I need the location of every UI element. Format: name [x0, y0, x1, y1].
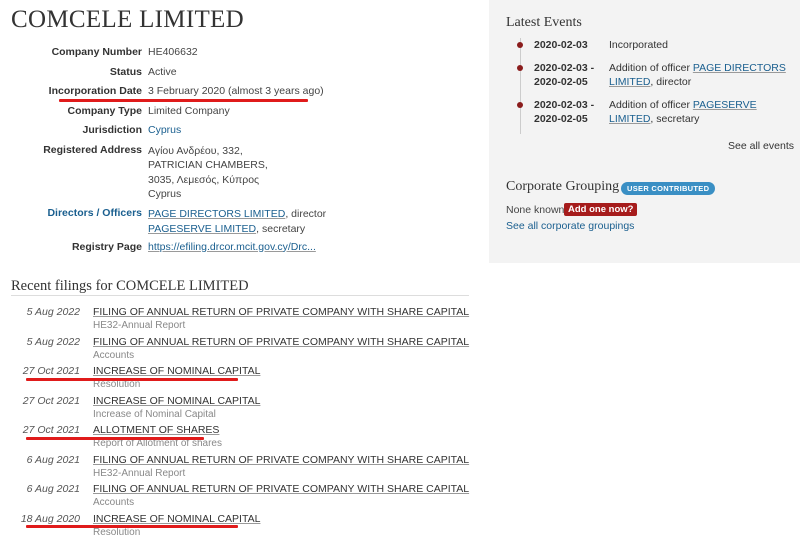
- filing-description: HE32-Annual Report: [93, 467, 186, 479]
- filing-description: Increase of Nominal Capital: [93, 408, 216, 420]
- detail-label: Company Number: [51, 46, 142, 58]
- filing-item: 27 Oct 2021 INCREASE OF NOMINAL CAPITAL …: [0, 394, 480, 424]
- annotation-underline: [26, 437, 204, 440]
- company-title: COMCELE LIMITED: [11, 6, 244, 33]
- filing-item: 5 Aug 2022 FILING OF ANNUAL RETURN OF PR…: [0, 335, 480, 365]
- see-all-events-link[interactable]: See all events: [728, 140, 794, 152]
- event-text: Addition of officer PAGESERVE LIMITED, s…: [609, 99, 757, 125]
- detail-label: Status: [109, 65, 142, 78]
- corporate-grouping-heading: Corporate Grouping: [506, 179, 620, 194]
- event-date: 2020-02-03: [534, 39, 588, 51]
- filing-title-link[interactable]: ALLOTMENT OF SHARES: [93, 424, 219, 436]
- filing-date: 27 Oct 2021: [22, 424, 80, 436]
- address-line: Αγίου Ανδρέου, 332,: [148, 144, 243, 157]
- detail-jurisdiction: Jurisdiction Cyprus: [0, 124, 480, 144]
- divider: [11, 295, 469, 296]
- event-text: Addition of officer PAGE DIRECTORS LIMIT…: [609, 62, 786, 88]
- filing-title-link[interactable]: INCREASE OF NOMINAL CAPITAL: [93, 395, 260, 407]
- filing-description: Accounts: [93, 349, 135, 361]
- filing-item: 6 Aug 2021 FILING OF ANNUAL RETURN OF PR…: [0, 482, 480, 512]
- event-date: 2020-02-03 -2020-02-05: [534, 99, 595, 125]
- filing-description: HE32-Annual Report: [93, 320, 186, 331]
- detail-label: Company Type: [67, 104, 142, 117]
- detail-value: Active: [148, 65, 177, 78]
- filing-description: Resolution: [93, 526, 141, 537]
- detail-label: Registry Page: [71, 240, 142, 253]
- timeline-dot-icon: [517, 42, 523, 48]
- officer-role: , director: [285, 207, 327, 220]
- detail-value: HE406632: [148, 46, 198, 58]
- filing-title-link[interactable]: INCREASE OF NOMINAL CAPITAL: [93, 365, 260, 377]
- annotation-underline: [26, 525, 238, 528]
- detail-company-number: Company Number HE406632: [0, 46, 480, 66]
- filing-date: 6 Aug 2021: [26, 453, 80, 466]
- latest-events-heading: Latest Events: [506, 15, 582, 30]
- filing-date: 27 Oct 2021: [22, 394, 80, 407]
- registry-page-link[interactable]: https://efiling.drcor.mcit.gov.cy/Drc...: [148, 241, 316, 253]
- annotation-underline: [59, 99, 308, 102]
- officer-link[interactable]: PAGE DIRECTORS LIMITED: [148, 208, 285, 220]
- sidebar-panel: Latest Events 2020-02-03 Incorporated 20…: [489, 0, 800, 263]
- filing-title-link[interactable]: INCREASE OF NOMINAL CAPITAL: [93, 513, 260, 525]
- detail-officers: Directors / Officers PAGE DIRECTORS LIMI…: [0, 207, 480, 241]
- filing-title-link[interactable]: FILING OF ANNUAL RETURN OF PRIVATE COMPA…: [93, 336, 469, 348]
- timeline-dot-icon: [517, 102, 523, 108]
- filing-date: 6 Aug 2021: [26, 483, 80, 495]
- address-line: 3035, Λεμεσός, Κύπρος: [148, 173, 260, 186]
- annotation-underline: [26, 378, 238, 381]
- address-line: PATRICIAN CHAMBERS,: [148, 159, 268, 171]
- filing-item: 5 Aug 2022 FILING OF ANNUAL RETURN OF PR…: [0, 305, 480, 335]
- user-contributed-badge: USER CONTRIBUTED: [621, 182, 716, 195]
- officer-role: , secretary: [256, 223, 306, 235]
- company-details: Company Number HE406632 Status Active In…: [0, 46, 480, 260]
- detail-value: Limited Company: [148, 104, 230, 117]
- event-text: Incorporated: [609, 39, 668, 51]
- officers-label-link[interactable]: Directors / Officers: [0, 207, 148, 241]
- add-one-now-button[interactable]: Add one now?: [564, 203, 638, 216]
- see-all-groupings-link[interactable]: See all corporate groupings: [506, 220, 634, 232]
- filings-heading: Recent filings for COMCELE LIMITED: [11, 278, 249, 294]
- filing-title-link[interactable]: FILING OF ANNUAL RETURN OF PRIVATE COMPA…: [93, 306, 469, 318]
- detail-company-type: Company Type Limited Company: [0, 105, 480, 125]
- none-known-text: None known.: [506, 204, 568, 216]
- filing-date: 5 Aug 2022: [26, 335, 80, 348]
- filings-list: 5 Aug 2022 FILING OF ANNUAL RETURN OF PR…: [0, 305, 480, 537]
- event-date: 2020-02-03 -2020-02-05: [534, 62, 595, 88]
- filing-date: 27 Oct 2021: [22, 365, 80, 377]
- address-line: Cyprus: [148, 188, 182, 200]
- filing-title-link[interactable]: FILING OF ANNUAL RETURN OF PRIVATE COMPA…: [93, 483, 469, 495]
- timeline-line: [520, 38, 521, 134]
- filing-item: 6 Aug 2021 FILING OF ANNUAL RETURN OF PR…: [0, 453, 480, 483]
- officer-link[interactable]: PAGESERVE LIMITED: [148, 223, 256, 235]
- detail-registered-address: Registered Address Αγίου Ανδρέου, 332, P…: [0, 144, 480, 207]
- filing-description: Accounts: [93, 497, 135, 508]
- detail-label: Jurisdiction: [82, 124, 142, 136]
- filing-title-link[interactable]: FILING OF ANNUAL RETURN OF PRIVATE COMPA…: [93, 454, 469, 466]
- timeline-dot-icon: [517, 65, 523, 71]
- filing-date: 5 Aug 2022: [26, 306, 80, 318]
- jurisdiction-link[interactable]: Cyprus: [148, 124, 181, 136]
- filing-date: 18 Aug 2020: [20, 512, 80, 525]
- detail-registry-page: Registry Page https://efiling.drcor.mcit…: [0, 241, 480, 261]
- detail-status: Status Active: [0, 66, 480, 86]
- detail-label: Registered Address: [43, 143, 142, 156]
